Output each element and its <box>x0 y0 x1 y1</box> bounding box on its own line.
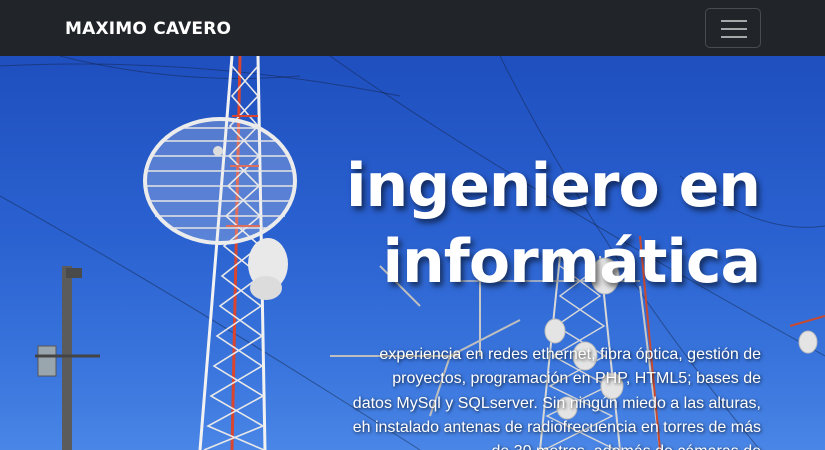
hamburger-menu-icon <box>721 20 747 38</box>
hero-headline-line2: informática <box>382 227 761 297</box>
hero-headline: ingeniero en informática <box>240 148 761 300</box>
hero-description: experiencia en redes ethernet, fibra ópt… <box>352 346 761 450</box>
brand-logo-link[interactable]: MAXIMO CAVERO <box>65 18 231 40</box>
hero-section: ingeniero en informática experiencia en … <box>0 56 825 450</box>
hero-headline-line1: ingeniero en <box>345 151 761 221</box>
utility-pole <box>35 266 100 450</box>
navbar: MAXIMO CAVERO <box>0 0 825 56</box>
navbar-toggle-button[interactable] <box>705 8 761 48</box>
